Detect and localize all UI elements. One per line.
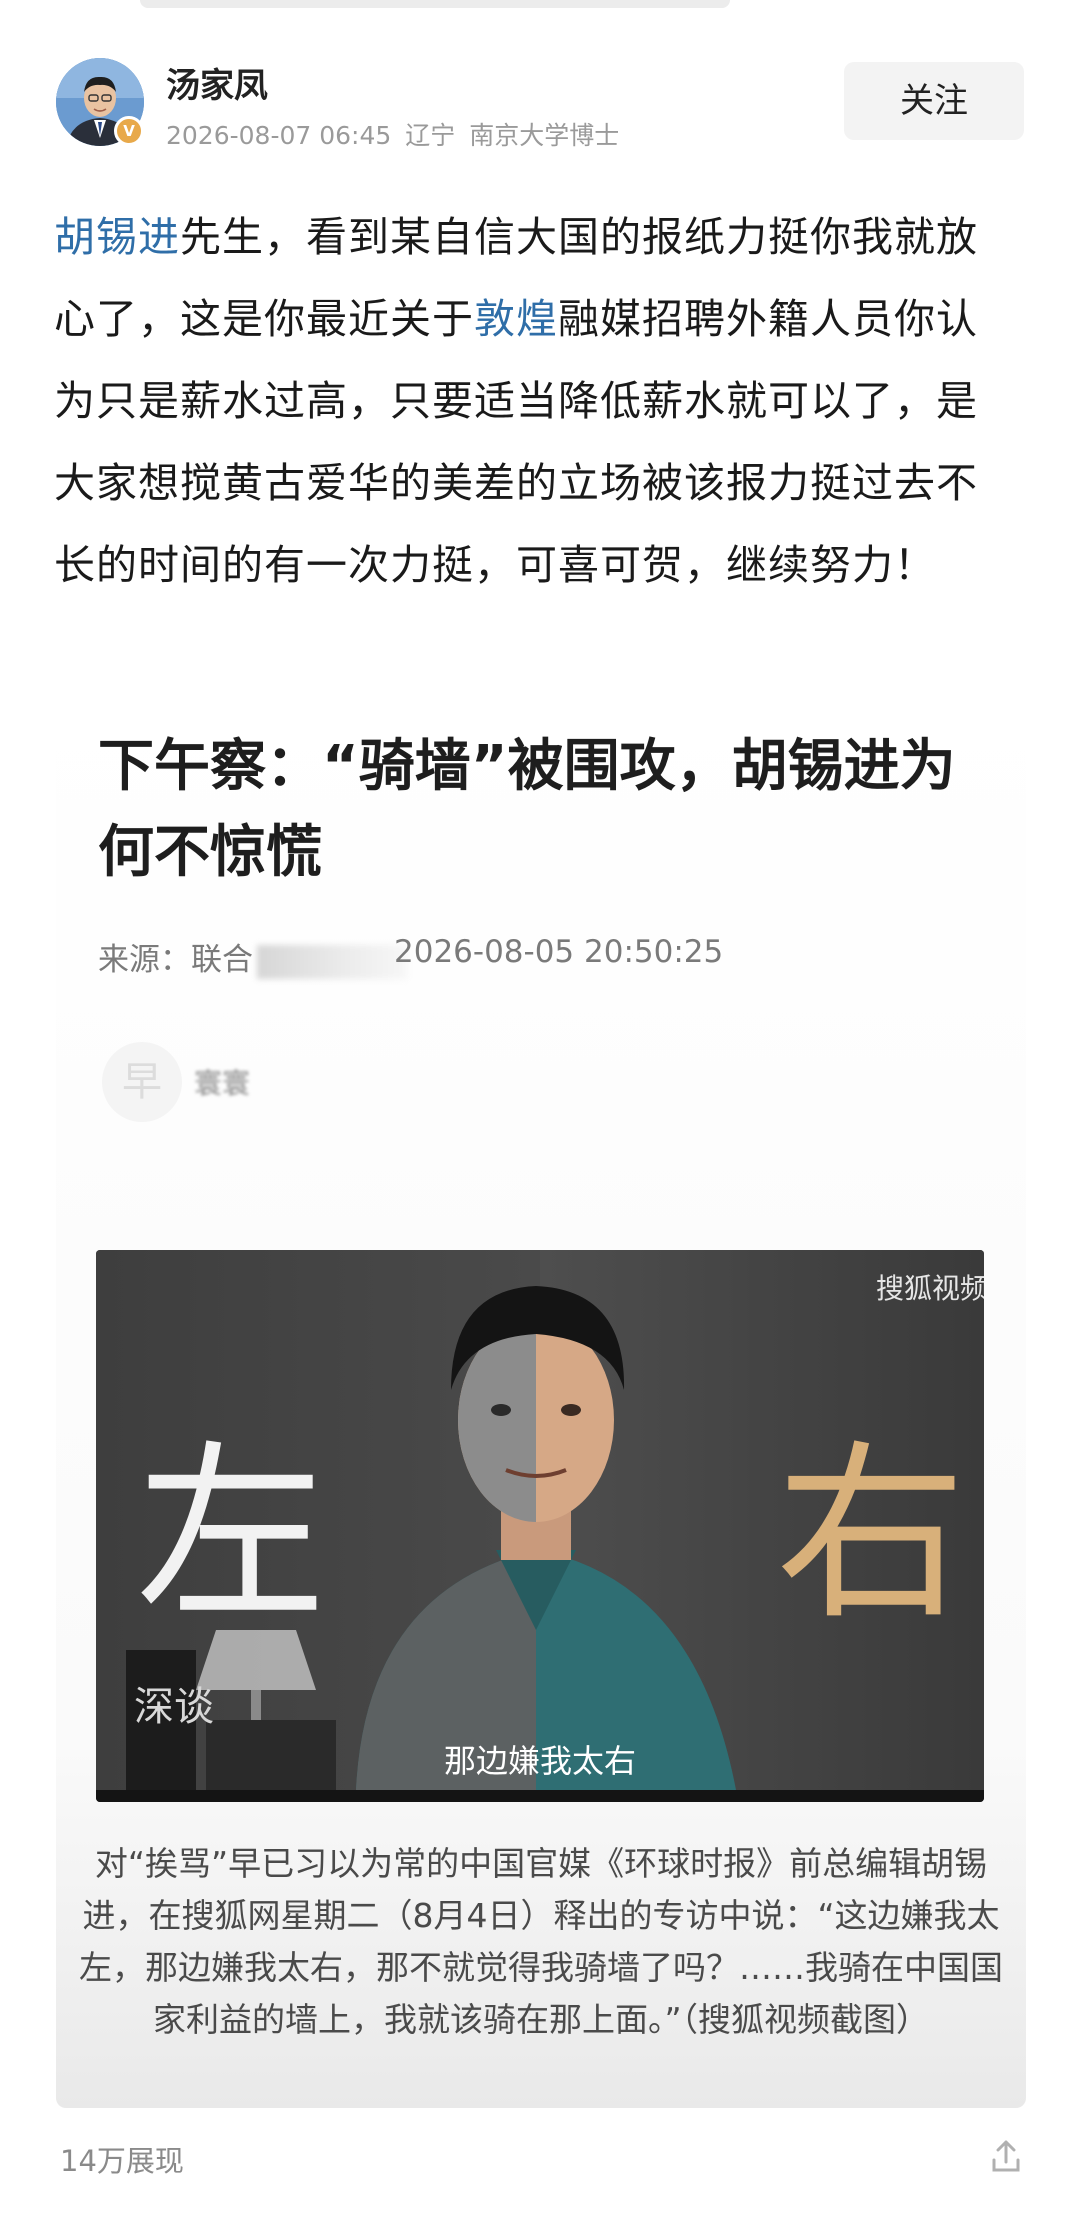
post-location: 辽宁 — [405, 121, 456, 150]
article-title: 下午察：“骑墙”被围攻，胡锡进为何不惊慌 — [98, 734, 956, 885]
article-source: 来源：联合 — [98, 934, 407, 979]
topic-link-dunhuang[interactable]: 敦煌 — [474, 295, 558, 343]
video-watermark: 搜狐视频 — [876, 1272, 984, 1305]
post-timestamp: 2026-08-07 06:45 — [166, 121, 392, 150]
source-name: 联合 — [191, 942, 253, 978]
image-caption: 对“挨骂”早已习以为常的中国官媒《环球时报》前总编辑胡锡进，在搜狐网星期二（8月… — [79, 1844, 1003, 2039]
right-character: 右 — [776, 1424, 966, 1645]
share-icon[interactable] — [986, 2136, 1026, 2176]
publisher-logo: 早 — [102, 1042, 182, 1122]
article-date: 2026-08-05 20:50:25 — [394, 934, 724, 970]
video-still: 左 右 深谈 搜狐视频 那边嫌我太右 — [96, 1250, 984, 1802]
verified-badge-icon: V — [114, 116, 144, 146]
blurred-source — [257, 944, 407, 979]
left-character: 左 — [136, 1424, 326, 1645]
post-meta: 2026-08-07 06:45 辽宁 南京大学博士 — [166, 116, 625, 152]
view-count: 14万展现 — [60, 2144, 184, 2178]
publisher-name: 寰寰 — [194, 1067, 251, 1100]
author-title: 南京大学博士 — [469, 121, 620, 150]
post-text: 胡锡进先生，看到某自信大国的报纸力挺你我就放心了，这是你最近关于敦煌融媒招聘外籍… — [54, 196, 1014, 606]
topic-link-hu-xijin[interactable]: 胡锡进 — [54, 213, 180, 261]
top-edge-strip — [140, 0, 730, 8]
source-label: 来源： — [98, 942, 191, 978]
embedded-image[interactable]: 下午察：“骑墙”被围攻，胡锡进为何不惊慌 来源：联合 2026-08-05 20… — [56, 696, 1026, 2108]
book-label: 深谈 — [134, 1684, 214, 1730]
video-subtitle: 那边嫌我太右 — [444, 1742, 636, 1780]
follow-button[interactable]: 关注 — [844, 62, 1024, 140]
author-name[interactable]: 汤家凤 — [166, 58, 268, 107]
